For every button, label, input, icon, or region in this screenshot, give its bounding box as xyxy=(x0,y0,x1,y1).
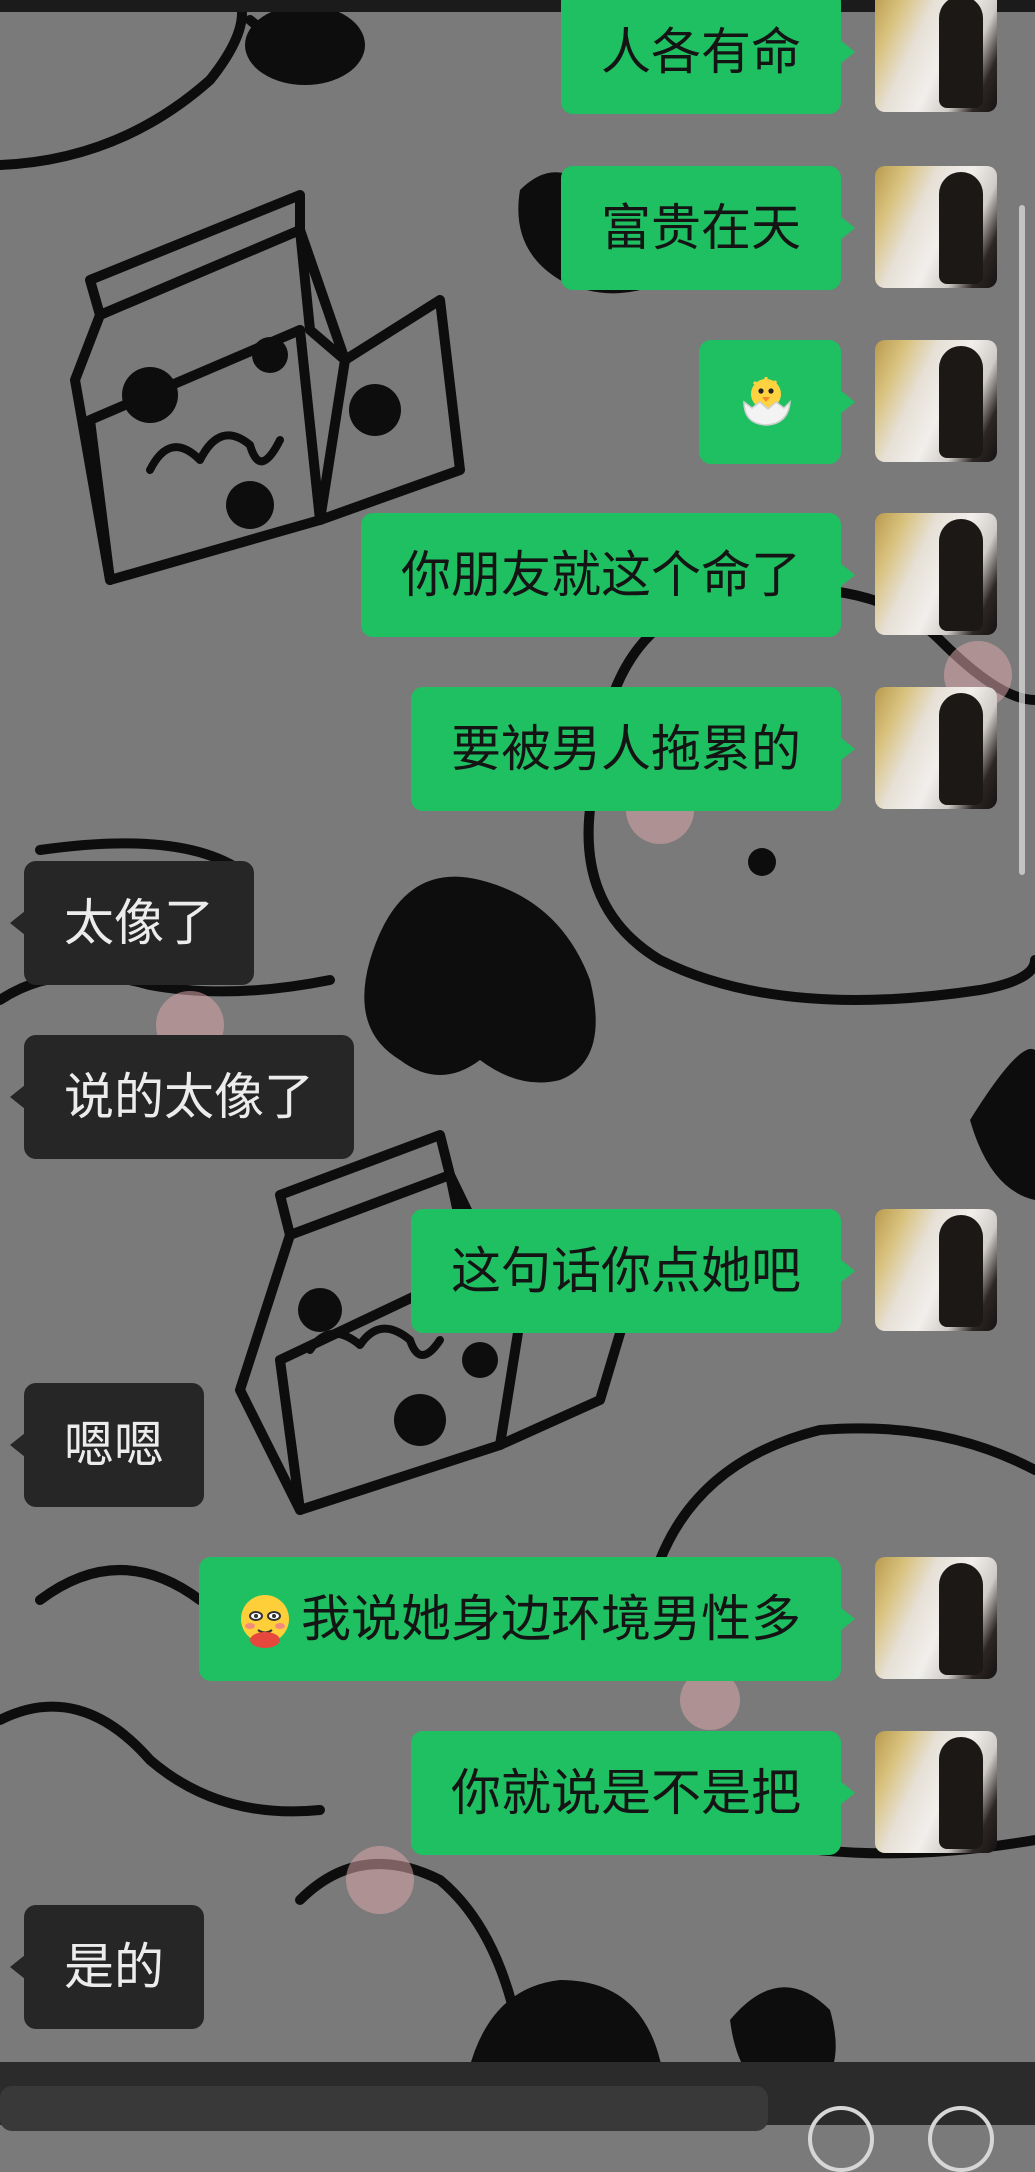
message-row: 你朋友就这个命了 xyxy=(0,513,1035,637)
message-text: 嗯嗯 xyxy=(64,1416,164,1474)
message-text: 你朋友就这个命了 xyxy=(401,546,801,604)
incoming-message[interactable]: 嗯嗯 xyxy=(10,1383,204,1507)
message-input[interactable] xyxy=(0,2086,768,2131)
message-row: 我说她身边环境男性多 xyxy=(0,1557,1035,1681)
outgoing-message[interactable]: 要被男人拖累的 xyxy=(411,687,855,811)
user-avatar[interactable] xyxy=(875,1557,997,1679)
user-avatar[interactable] xyxy=(875,166,997,288)
emoji-button-icon[interactable] xyxy=(808,2106,874,2172)
message-text: 人各有命 xyxy=(601,23,801,81)
pleading-blush-face-icon xyxy=(241,1595,289,1648)
message-text: 说的太像了 xyxy=(64,1068,314,1126)
outgoing-message[interactable]: 你就说是不是把 xyxy=(411,1731,855,1855)
message-text: 太像了 xyxy=(64,894,214,952)
message-row xyxy=(0,340,1035,464)
hatching-chick-icon xyxy=(743,377,791,426)
user-avatar[interactable] xyxy=(875,1731,997,1853)
outgoing-message[interactable]: 这句话你点她吧 xyxy=(411,1209,855,1333)
outgoing-message[interactable]: 你朋友就这个命了 xyxy=(361,513,855,637)
outgoing-message[interactable]: 人各有命 xyxy=(561,0,855,114)
message-row: 说的太像了 xyxy=(0,1035,1035,1159)
message-text: 富贵在天 xyxy=(601,199,801,257)
message-text: 这句话你点她吧 xyxy=(451,1242,801,1300)
message-row: 人各有命 xyxy=(0,0,1035,114)
message-row: 嗯嗯 xyxy=(0,1383,1035,1507)
outgoing-message[interactable]: 富贵在天 xyxy=(561,166,855,290)
message-row: 要被男人拖累的 xyxy=(0,687,1035,811)
user-avatar[interactable] xyxy=(875,513,997,635)
message-row: 这句话你点她吧 xyxy=(0,1209,1035,1333)
incoming-message[interactable]: 说的太像了 xyxy=(10,1035,354,1159)
user-avatar[interactable] xyxy=(875,340,997,462)
message-text: 我说她身边环境男性多 xyxy=(301,1590,801,1648)
add-button-icon[interactable] xyxy=(928,2106,994,2172)
message-row: 富贵在天 xyxy=(0,166,1035,290)
message-row: 你就说是不是把 xyxy=(0,1731,1035,1855)
message-text: 你就说是不是把 xyxy=(451,1764,801,1822)
user-avatar[interactable] xyxy=(875,1209,997,1331)
incoming-message[interactable]: 是的 xyxy=(10,1905,204,2029)
message-text: 是的 xyxy=(64,1938,164,1996)
user-avatar[interactable] xyxy=(875,0,997,112)
message-row: 是的 xyxy=(0,1905,1035,2029)
message-row: 太像了 xyxy=(0,861,1035,985)
incoming-message[interactable]: 太像了 xyxy=(10,861,254,985)
message-text: 要被男人拖累的 xyxy=(451,720,801,778)
user-avatar[interactable] xyxy=(875,687,997,809)
